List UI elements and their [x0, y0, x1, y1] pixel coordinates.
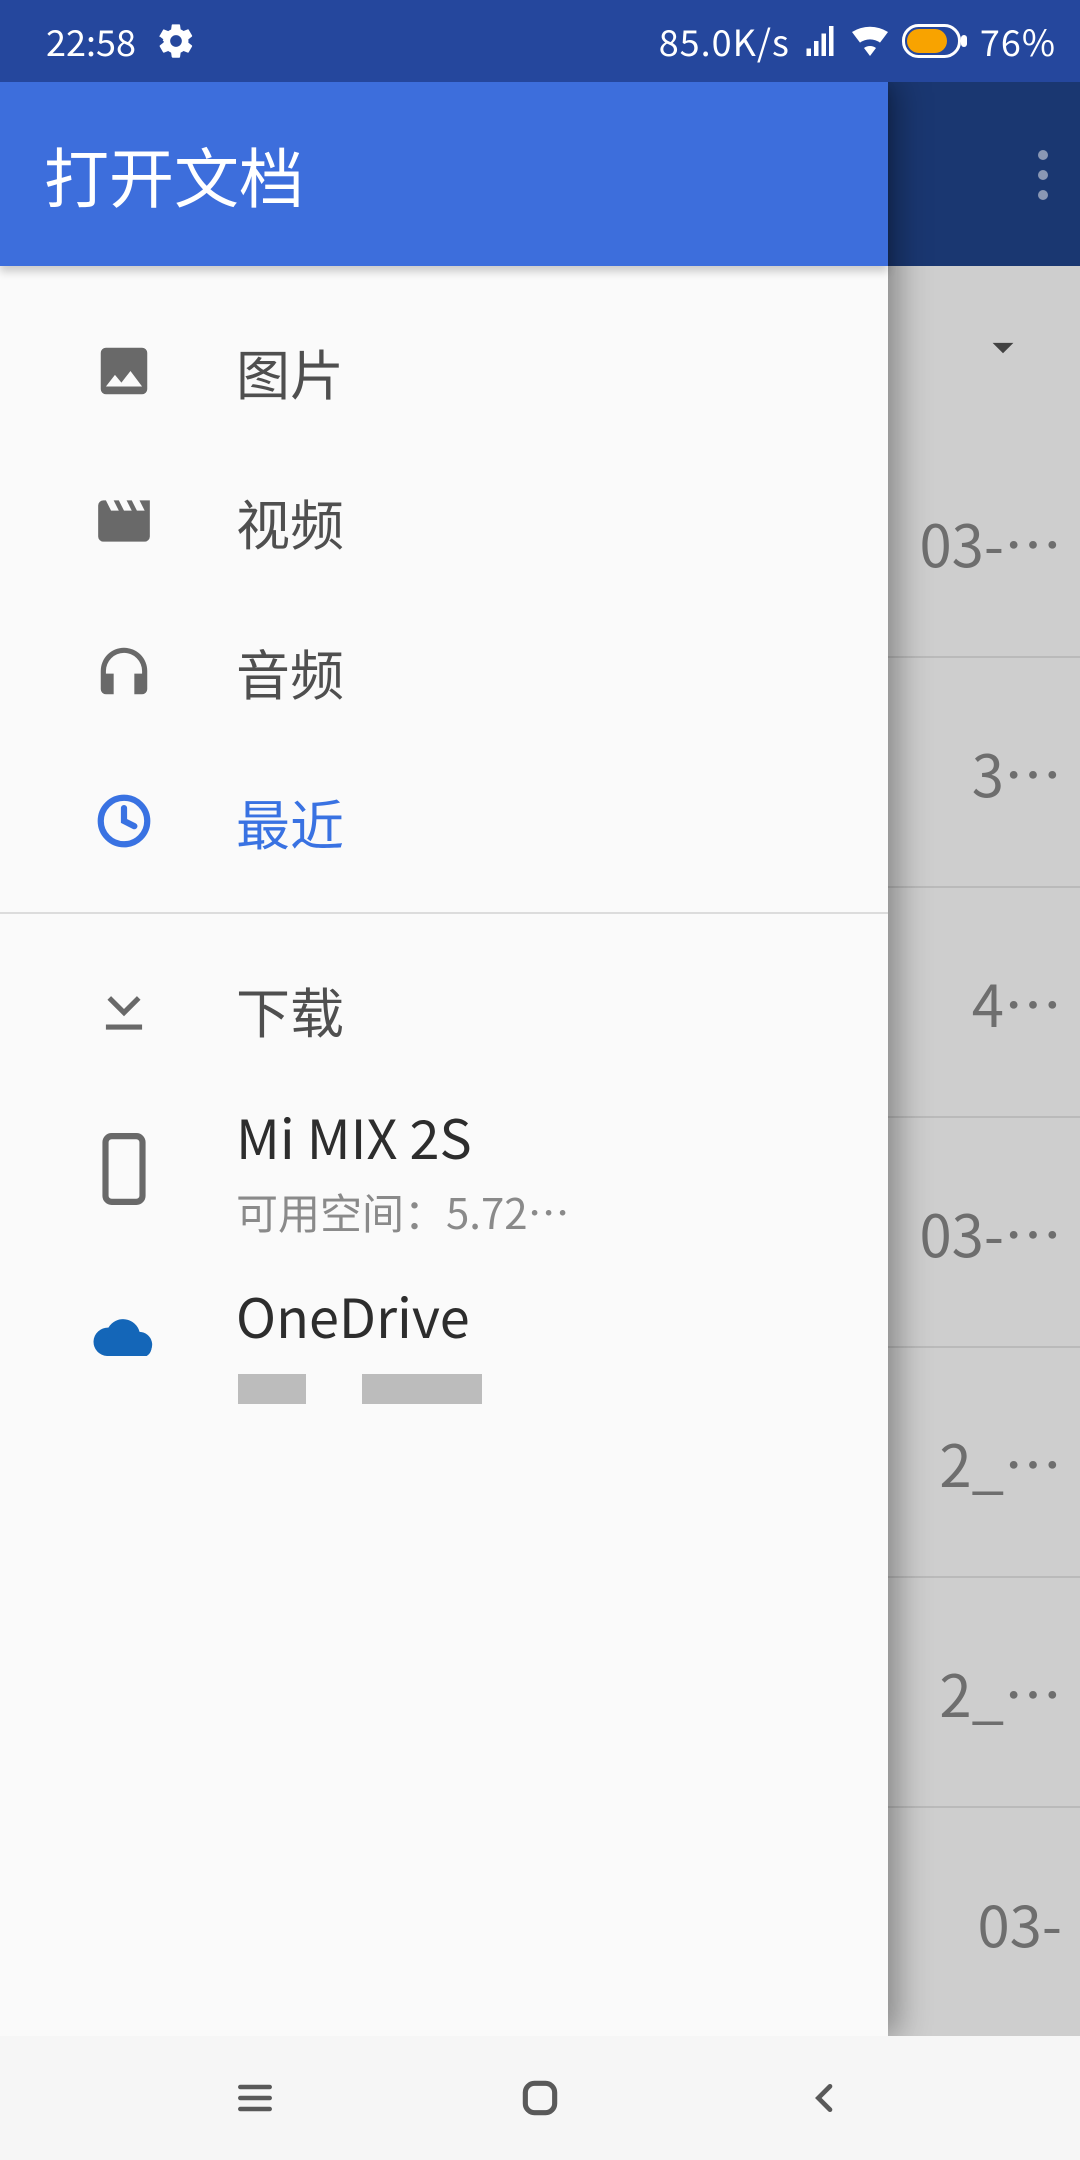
nav-images[interactable]: 图片 — [0, 296, 888, 446]
nav-recent-label: 最近 — [236, 782, 344, 861]
nav-recent[interactable]: 最近 — [0, 746, 888, 896]
status-bar: 22:58 85.0K/s 76% — [0, 0, 1080, 82]
drawer-title: 打开文档 — [0, 82, 888, 266]
audio-icon — [90, 637, 158, 705]
phone-icon — [90, 1135, 158, 1203]
nav-onedrive-label: OneDrive — [236, 1275, 482, 1354]
status-left: 22:58 — [46, 15, 196, 67]
drawer-title-text: 打开文档 — [44, 127, 304, 221]
nav-onedrive-sub — [238, 1374, 482, 1404]
nav-videos[interactable]: 视频 — [0, 446, 888, 596]
network-speed: 85.0K/s — [659, 15, 790, 67]
wifi-icon — [850, 21, 890, 61]
nav-videos-label: 视频 — [236, 482, 344, 561]
nav-device-storage[interactable]: Mi MIX 2S 可用空间：5.72… — [0, 1084, 888, 1254]
back-button[interactable] — [795, 2068, 855, 2128]
gear-icon — [156, 21, 196, 61]
onedrive-icon — [90, 1305, 158, 1373]
status-right: 85.0K/s 76% — [659, 15, 1056, 67]
recent-icon — [90, 787, 158, 855]
navigation-drawer: 打开文档 图片 视频 音频 最近 — [0, 82, 888, 2036]
nav-device-sub: 可用空间：5.72… — [236, 1181, 570, 1242]
video-icon — [90, 487, 158, 555]
status-time: 22:58 — [46, 15, 136, 67]
nav-downloads[interactable]: 下载 — [0, 934, 888, 1084]
battery-icon — [902, 24, 968, 58]
nav-downloads-label: 下载 — [236, 970, 344, 1049]
home-button[interactable] — [510, 2068, 570, 2128]
nav-onedrive[interactable]: OneDrive — [0, 1254, 888, 1424]
nav-images-label: 图片 — [236, 332, 344, 411]
signal-icon — [802, 23, 838, 59]
nav-device-label: Mi MIX 2S — [236, 1096, 570, 1175]
divider — [0, 912, 888, 914]
image-icon — [90, 337, 158, 405]
nav-audio-label: 音频 — [236, 632, 344, 711]
nav-audio[interactable]: 音频 — [0, 596, 888, 746]
system-navbar — [0, 2036, 1080, 2160]
battery-percent: 76% — [980, 15, 1056, 67]
drawer-body: 图片 视频 音频 最近 下载 — [0, 266, 888, 2036]
recents-button[interactable] — [225, 2068, 285, 2128]
download-icon — [90, 975, 158, 1043]
